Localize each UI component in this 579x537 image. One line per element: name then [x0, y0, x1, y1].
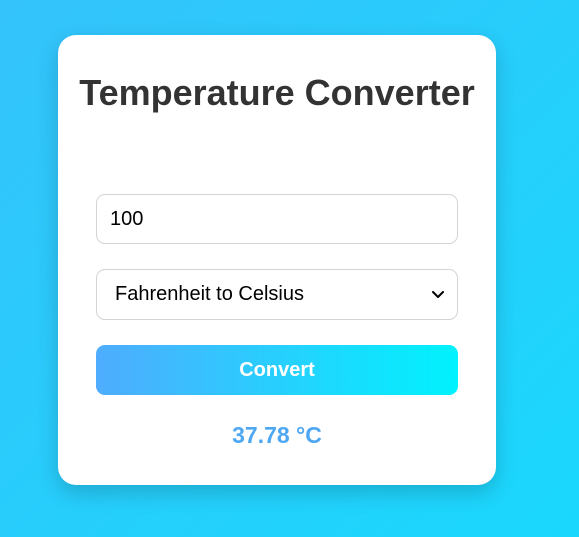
conversion-select[interactable]: Fahrenheit to Celsius — [96, 269, 458, 320]
result-text: 37.78 °C — [232, 422, 322, 448]
page-title: Temperature Converter — [79, 72, 475, 113]
converter-card: Temperature Converter Fahrenheit to Cels… — [58, 35, 496, 485]
chevron-down-icon — [431, 288, 445, 302]
conversion-select-value: Fahrenheit to Celsius — [115, 283, 304, 305]
temperature-input[interactable] — [96, 194, 458, 244]
convert-button[interactable]: Convert — [96, 345, 458, 395]
